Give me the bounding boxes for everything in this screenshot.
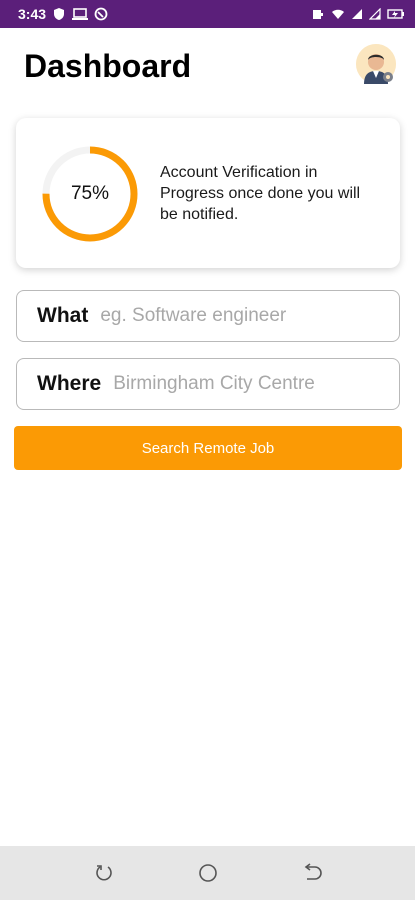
recent-apps-icon[interactable]	[92, 861, 116, 885]
android-nav-bar	[0, 846, 415, 900]
home-icon[interactable]	[196, 861, 220, 885]
what-label: What	[37, 304, 89, 327]
where-input[interactable]	[113, 373, 399, 395]
signal-icon	[369, 8, 381, 20]
wifi-icon	[331, 8, 345, 20]
what-input[interactable]	[100, 305, 399, 327]
battery-saver-icon	[311, 7, 325, 21]
progress-percent-label: 75%	[70, 183, 110, 204]
verification-progress-ring: 75%	[40, 144, 140, 244]
shield-icon	[52, 7, 66, 21]
what-field[interactable]: What	[16, 290, 400, 342]
where-field[interactable]: Where	[16, 358, 400, 410]
header: Dashboard	[0, 28, 415, 108]
verification-message: Account Verification in Progress once do…	[160, 164, 361, 223]
monitor-icon	[72, 7, 89, 21]
sync-icon	[94, 7, 108, 21]
page-title: Dashboard	[24, 48, 192, 84]
charging-icon	[387, 8, 405, 20]
signal-icon	[351, 8, 363, 20]
verification-card: 75% Account Verification in Progress onc…	[16, 118, 400, 268]
user-avatar-icon[interactable]	[356, 44, 396, 84]
where-label: Where	[37, 372, 102, 395]
back-icon[interactable]	[300, 861, 324, 885]
search-remote-job-button[interactable]: Search Remote Job	[14, 426, 402, 470]
status-time: 3:43	[18, 6, 47, 22]
status-bar: 3:43	[0, 0, 415, 28]
